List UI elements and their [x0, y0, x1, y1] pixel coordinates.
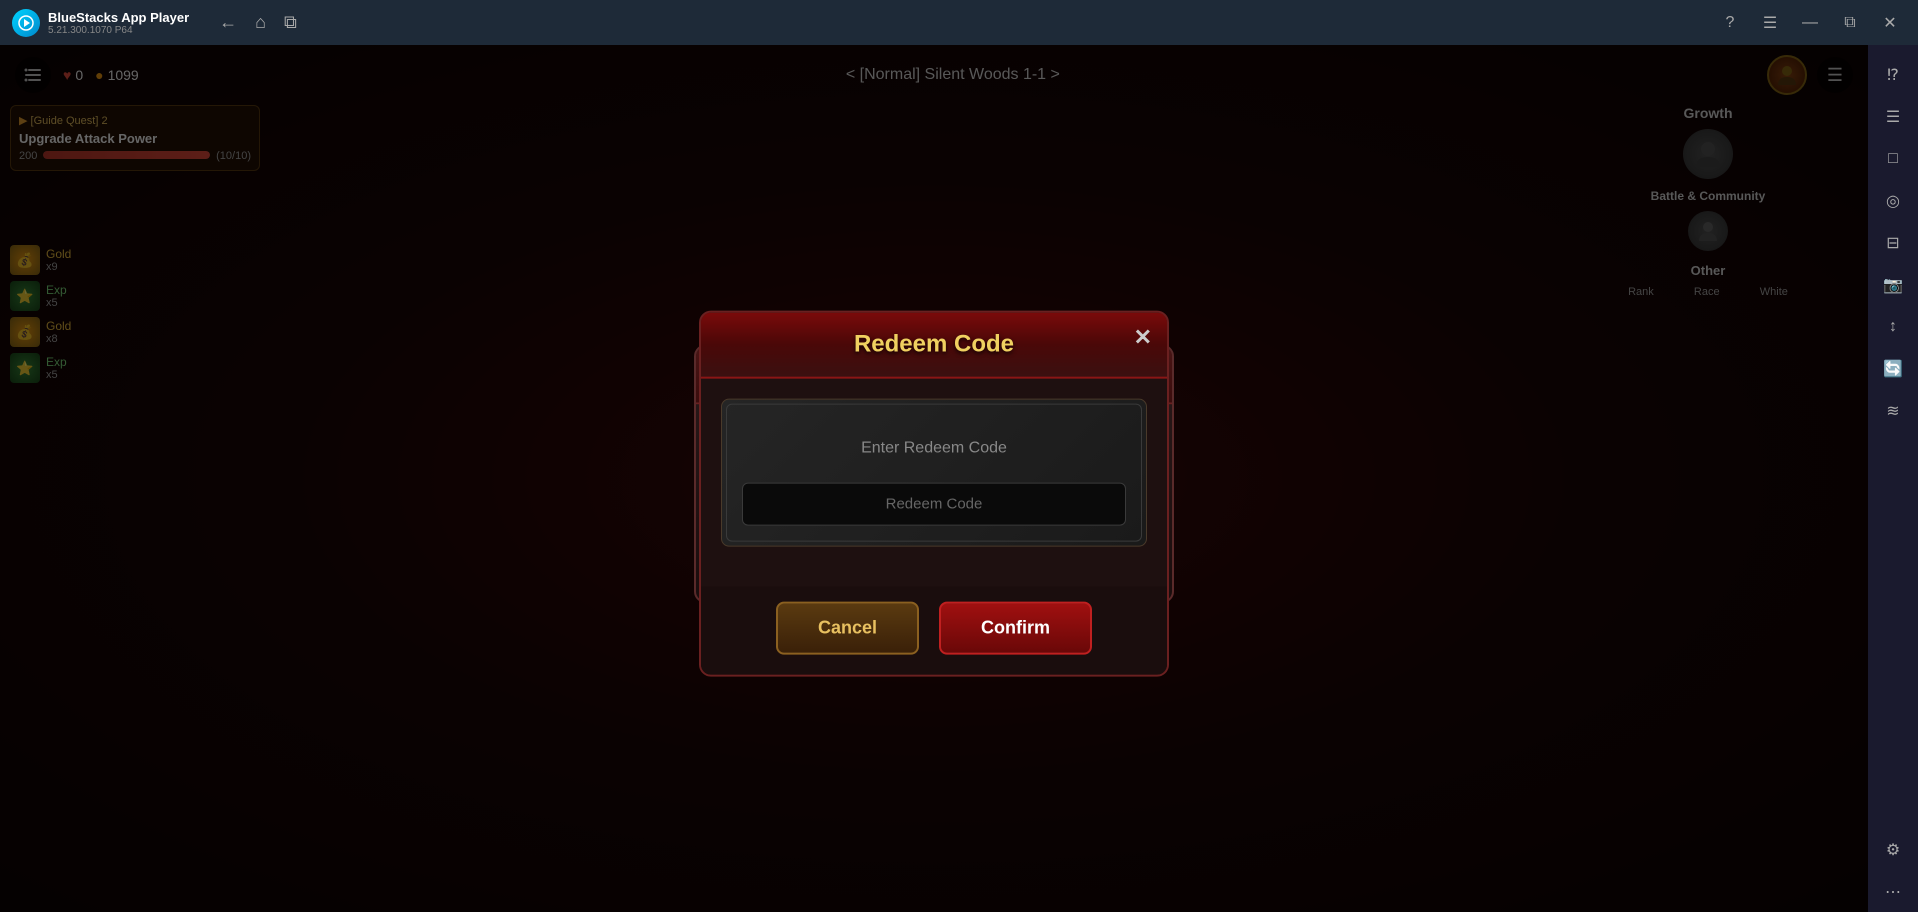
sidebar-btn-2[interactable]: ☰	[1873, 97, 1913, 137]
sidebar-btn-3[interactable]: □	[1873, 139, 1913, 179]
title-bar: BlueStacks App Player 5.21.300.1070 P64 …	[0, 0, 1918, 45]
redeem-header: Redeem Code ✕	[701, 312, 1167, 378]
back-button[interactable]: ←	[219, 12, 237, 33]
redeem-input-area: Enter Redeem Code	[721, 398, 1147, 546]
sidebar-dots-button[interactable]: ⋯	[1873, 872, 1913, 912]
right-sidebar: ⁉ ☰ □ ◎ ⊟ 📷 ↕ 🔄 ≋ ⚙ ⋯	[1868, 45, 1918, 912]
redeem-placeholder-text: Enter Redeem Code	[742, 439, 1126, 457]
copy-button[interactable]: ⧉	[284, 12, 297, 33]
help-button[interactable]: ?	[1714, 7, 1746, 39]
sidebar-btn-1[interactable]: ⁉	[1873, 55, 1913, 95]
minimize-button[interactable]: —	[1794, 7, 1826, 39]
title-bar-text: BlueStacks App Player 5.21.300.1070 P64	[48, 10, 189, 36]
sidebar-btn-5[interactable]: ⊟	[1873, 223, 1913, 263]
bluestacks-logo	[12, 9, 40, 37]
sidebar-settings-button[interactable]: ⚙	[1873, 830, 1913, 870]
sidebar-btn-9[interactable]: ≋	[1873, 391, 1913, 431]
redeem-body: Enter Redeem Code	[701, 378, 1167, 586]
title-bar-nav: ← ⌂ ⧉	[219, 12, 297, 33]
redeem-buttons: Cancel Confirm	[701, 586, 1167, 674]
sidebar-btn-8[interactable]: 🔄	[1873, 349, 1913, 389]
restore-button[interactable]: ⧉	[1834, 7, 1866, 39]
close-button[interactable]: ✕	[1874, 7, 1906, 39]
redeem-close-button[interactable]: ✕	[1134, 324, 1152, 350]
redeem-modal: Redeem Code ✕ Enter Redeem Code Cancel C…	[699, 310, 1169, 676]
sidebar-btn-7[interactable]: ↕	[1873, 307, 1913, 347]
sidebar-btn-4[interactable]: ◎	[1873, 181, 1913, 221]
confirm-button[interactable]: Confirm	[939, 601, 1092, 654]
redeem-code-input[interactable]	[742, 482, 1126, 525]
cancel-button[interactable]: Cancel	[776, 601, 919, 654]
sidebar-btn-6[interactable]: 📷	[1873, 265, 1913, 305]
menu-button[interactable]: ☰	[1754, 7, 1786, 39]
window-controls: ? ☰ — ⧉ ✕	[1714, 7, 1906, 39]
home-button[interactable]: ⌂	[255, 12, 266, 33]
redeem-title: Redeem Code	[721, 330, 1147, 358]
game-area: ♥ 0 ● 1099 < [Normal] Silent Woods 1-1 >…	[0, 45, 1868, 912]
